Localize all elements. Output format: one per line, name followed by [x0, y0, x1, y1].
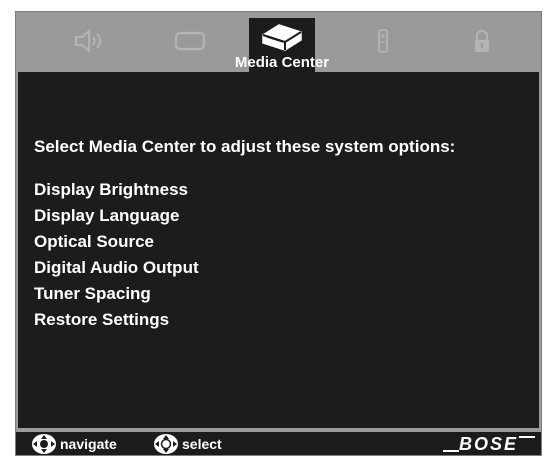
option-list: Display Brightness Display Language Opti…	[34, 177, 199, 333]
navigate-label: navigate	[60, 435, 117, 452]
bose-wordmark: BOSE	[459, 434, 518, 453]
screen-icon	[174, 31, 206, 51]
option-optical-source[interactable]: Optical Source	[34, 229, 199, 255]
instruction-text: Select Media Center to adjust these syst…	[34, 137, 456, 156]
bose-logo: BOSE	[443, 434, 535, 453]
select-dpad-icon	[154, 433, 178, 454]
tab-remote[interactable]	[350, 12, 416, 70]
menu-frame: Media Center Select Media Center to adju…	[15, 11, 542, 456]
option-tuner-spacing[interactable]: Tuner Spacing	[34, 281, 199, 307]
option-digital-audio-output[interactable]: Digital Audio Output	[34, 255, 199, 281]
select-hint: select	[152, 432, 222, 455]
option-restore-settings[interactable]: Restore Settings	[34, 307, 199, 333]
navigate-hint: navigate	[30, 432, 117, 455]
remote-icon	[378, 29, 388, 53]
media-center-icon	[262, 24, 302, 51]
speaker-icon	[75, 28, 101, 54]
option-display-language[interactable]: Display Language	[34, 203, 199, 229]
select-label: select	[182, 435, 222, 452]
tab-lock[interactable]	[449, 12, 515, 70]
content-panel: Select Media Center to adjust these syst…	[18, 72, 539, 428]
tab-media-center[interactable]: Media Center	[235, 18, 329, 72]
lock-icon	[475, 30, 489, 52]
tab-video[interactable]	[157, 12, 223, 70]
page-title: Media Center	[234, 54, 330, 71]
footer-bar: navigate select BOSE	[16, 432, 541, 455]
tab-bar: Media Center	[16, 12, 541, 72]
option-display-brightness[interactable]: Display Brightness	[34, 177, 199, 203]
navigate-dpad-icon	[32, 433, 56, 454]
tab-audio[interactable]	[56, 12, 122, 70]
